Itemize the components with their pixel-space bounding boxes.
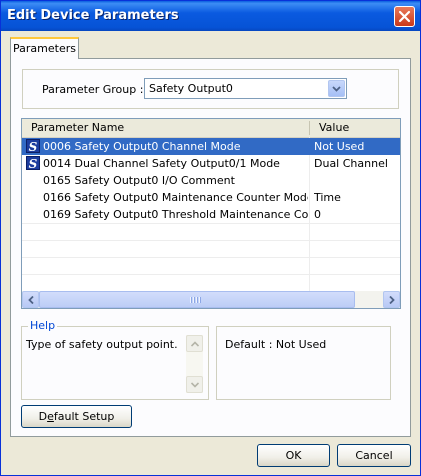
help-text: Type of safety output point. (26, 338, 178, 351)
scroll-down-button[interactable] (186, 376, 203, 393)
grid-line (22, 257, 400, 258)
edit-device-parameters-dialog: Edit Device Parameters Parameter Group :… (0, 0, 421, 476)
scroll-up-button[interactable] (186, 335, 203, 352)
default-value-text: Default : Not Used (225, 338, 327, 351)
parameter-value-cell[interactable]: Dual Channel (314, 155, 398, 172)
arrow-down-icon (191, 382, 199, 388)
grip-line (199, 297, 201, 303)
column-header-parameter-name[interactable]: Parameter Name (22, 119, 309, 137)
default-setup-button[interactable]: Default Setup (21, 405, 132, 428)
table-row[interactable]: S 0006 Safety Output0 Channel Mode Not U… (22, 138, 400, 155)
parameter-group-dropdown-button[interactable] (328, 80, 345, 97)
help-vertical-scrollbar[interactable] (186, 335, 203, 393)
parameters-tab-panel: Parameter Group : Safety Output0 Paramet… (10, 58, 411, 437)
window-title: Edit Device Parameters (7, 8, 179, 23)
parameter-value-cell[interactable]: 0 (314, 206, 398, 223)
horizontal-scroll-thumb[interactable] (39, 291, 355, 308)
list-header: Parameter Name Value (22, 119, 400, 138)
table-row[interactable]: 0169 Safety Output0 Threshold Maintenanc… (22, 206, 400, 223)
grid-line (22, 223, 400, 224)
parameter-name-cell: 0166 Safety Output0 Maintenance Counter … (43, 191, 308, 204)
help-box: Help Type of safety output point. (21, 319, 209, 400)
parameter-group-value: Safety Output0 (149, 82, 233, 95)
safety-s-icon: S (26, 139, 40, 154)
arrow-right-icon (389, 296, 395, 304)
parameter-group-label: Parameter Group : (42, 83, 144, 96)
close-button[interactable] (394, 6, 415, 27)
grip-line (190, 297, 192, 303)
default-setup-label-start: D (38, 410, 48, 423)
parameter-value-cell[interactable]: Time (314, 189, 398, 206)
cancel-button[interactable]: Cancel (337, 444, 411, 467)
close-icon (398, 10, 411, 23)
tab-parameters[interactable]: Parameters (10, 37, 79, 59)
grid-line (22, 274, 400, 275)
chevron-down-icon (332, 86, 341, 92)
parameter-group-box: Parameter Group : Safety Output0 (22, 69, 399, 109)
arrow-left-icon (28, 296, 34, 304)
title-bar: Edit Device Parameters (1, 1, 420, 31)
default-value-box: Default : Not Used (216, 326, 391, 400)
scroll-right-button[interactable] (383, 291, 400, 308)
parameter-list: Parameter Name Value S 0006 Safety Outpu… (21, 118, 401, 309)
grid-line (22, 240, 400, 241)
parameter-group-select[interactable]: Safety Output0 (144, 78, 347, 99)
table-row[interactable]: S 0014 Dual Channel Safety Output0/1 Mod… (22, 155, 400, 172)
parameter-name-cell: 0165 Safety Output0 I/O Comment (43, 174, 235, 187)
safety-s-icon: S (26, 156, 40, 171)
parameter-name-cell: 0006 Safety Output0 Channel Mode (43, 140, 241, 153)
table-row[interactable]: 0165 Safety Output0 I/O Comment (22, 172, 400, 189)
default-setup-access-key: e (47, 410, 54, 423)
grip-line (193, 297, 195, 303)
parameter-name-cell: 0014 Dual Channel Safety Output0/1 Mode (43, 157, 280, 170)
arrow-up-icon (191, 341, 199, 347)
parameter-value-cell[interactable]: Not Used (314, 138, 398, 155)
default-setup-label-end: fault Setup (53, 410, 115, 423)
table-row[interactable]: 0166 Safety Output0 Maintenance Counter … (22, 189, 400, 206)
scroll-left-button[interactable] (22, 291, 39, 308)
grip-line (196, 297, 198, 303)
horizontal-scrollbar[interactable] (22, 291, 400, 308)
ok-button[interactable]: OK (257, 444, 330, 467)
parameter-name-cell: 0169 Safety Output0 Threshold Maintenanc… (43, 208, 308, 221)
column-header-value[interactable]: Value (310, 119, 400, 137)
help-legend: Help (28, 319, 58, 332)
